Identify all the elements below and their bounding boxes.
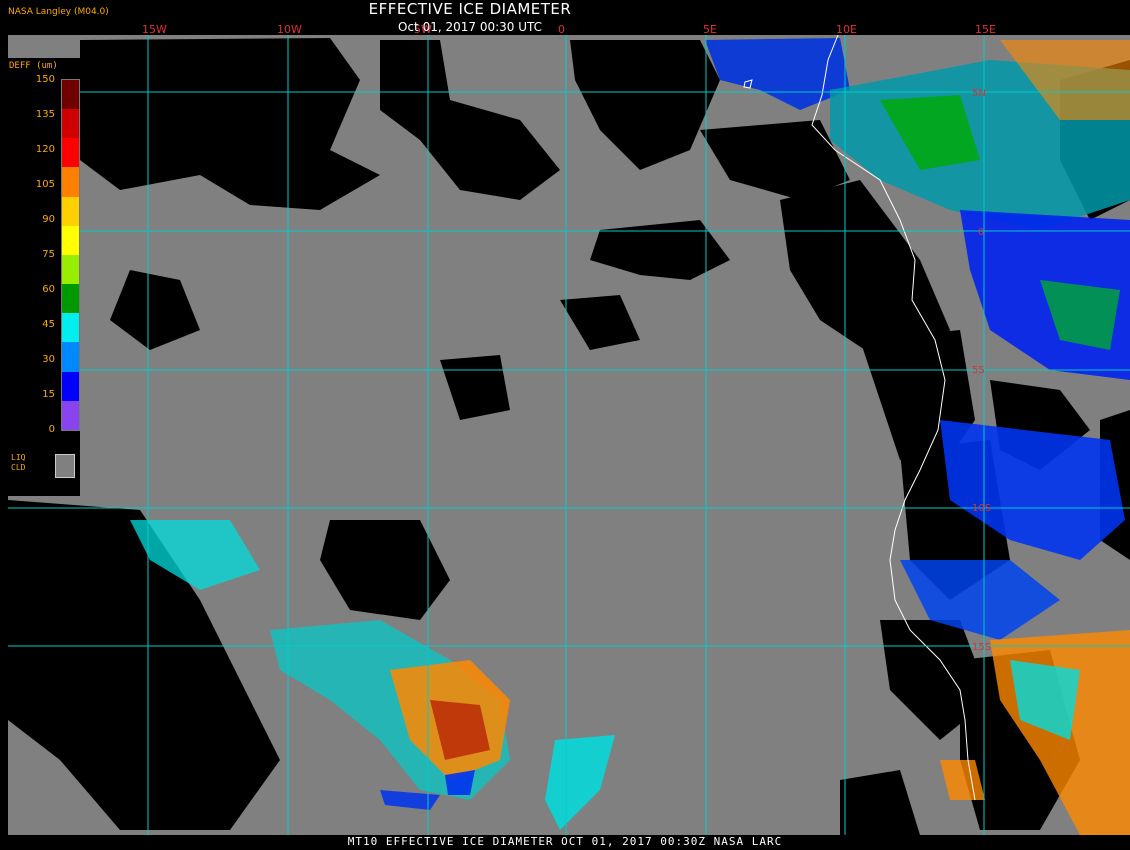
lat-label: 5N [972,88,986,99]
colorbar [61,79,80,431]
lat-label: 10S [972,503,991,514]
liquid-cloud-label-line1: LIQ [11,453,26,462]
legend-tick-label: 150 [35,74,55,85]
colorbar-swatch [62,138,79,168]
legend-tick-label: 135 [35,109,55,120]
legend-title: DEFF (um) [9,61,58,71]
liquid-cloud-swatch [55,454,75,478]
colorbar-swatch [62,80,79,110]
legend-tick-label: 60 [42,284,55,295]
liquid-cloud-label-line2: CLD [11,463,26,472]
legend-tick-label: 105 [35,179,55,190]
map-title: EFFECTIVE ICE DIAMETER [368,0,572,18]
lat-label: 0 [978,227,984,238]
colorbar-swatch [62,284,79,314]
legend-tick-label: 0 [48,424,55,435]
legend-tick-label: 120 [35,144,55,155]
colorbar-swatch [62,313,79,343]
colorbar-swatch [62,196,79,226]
colorbar-swatch [62,109,79,139]
lat-label: 5S [972,365,985,376]
legend-tick-label: 30 [42,354,55,365]
legend-tick-label: 75 [42,249,55,260]
lon-label: 15E [975,23,996,36]
color-legend: DEFF (um) 150 135 120 105 90 75 60 45 30 15 0 LIQ … [5,58,80,496]
satellite-map: 15W 10W 5W 0 5E 10E 15E 5N 0 5S 10S 15S [8,23,1130,835]
colorbar-swatch [62,225,79,255]
colorbar-swatch [62,167,79,197]
legend-tick-label: 90 [42,214,55,225]
liquid-cloud-label: LIQ CLD [11,453,25,473]
map-subtitle: Oct 01, 2017 00:30 UTC [398,20,542,34]
colorbar-swatch [62,342,79,372]
footer-caption: MT10 EFFECTIVE ICE DIAMETER OCT 01, 2017… [347,835,783,848]
legend-tick-label: 15 [42,389,55,400]
lat-label: 15S [972,642,991,653]
colorbar-swatch [62,254,79,285]
colorbar-swatch [62,371,79,401]
legend-tick-label: 45 [42,319,55,330]
source-label: NASA Langley (M04.0) [8,7,109,17]
colorbar-swatch [62,400,79,430]
